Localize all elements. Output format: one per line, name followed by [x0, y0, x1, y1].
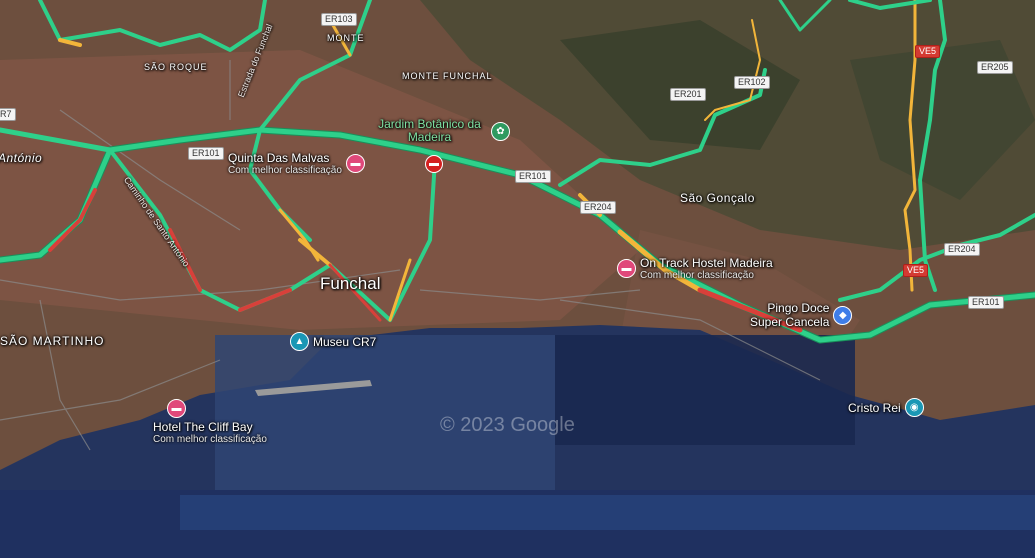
museum-icon: ▲ [290, 332, 309, 351]
poi-quinta-das-malvas[interactable]: Quinta Das Malvas Com melhor classificaç… [228, 151, 365, 176]
road-label-er101: ER101 [515, 170, 551, 183]
hotel-icon: ▬ [167, 399, 186, 418]
poi-cristo-rei[interactable]: Cristo Rei ◉ [848, 398, 924, 417]
place-label-monte: MONTE [327, 33, 365, 43]
road-label-ve5: VE5 [915, 45, 941, 58]
poi-pingo-doce[interactable]: Pingo Doce Super Cancela ◆ [750, 301, 853, 329]
place-label-antonio: António [0, 151, 43, 165]
place-label-sao-martinho: SÃO MARTINHO [0, 334, 105, 348]
poi-jardim-label: Jardim Botânico da Madeira [378, 117, 481, 144]
poi-hotel-cliff-bay[interactable]: ▬ Hotel The Cliff Bay Com melhor classif… [153, 399, 267, 445]
road-label-er101: ER101 [968, 296, 1004, 309]
road-label-er204: ER204 [580, 201, 616, 214]
poi-name: Museu CR7 [313, 334, 377, 349]
map-base-layer [0, 0, 1035, 558]
poi-name-line1: Pingo Doce [767, 301, 830, 315]
poi-name-line2: Super Cancela [750, 315, 830, 329]
road-label-er101: ER101 [188, 147, 224, 160]
road-label-r7: R7 [0, 108, 16, 121]
place-label-sao-goncalo: São Gonçalo [680, 191, 755, 205]
poi-name: On Track Hostel Madeira [640, 256, 773, 270]
road-label-ve5: VE5 [903, 264, 929, 277]
road-closure-icon[interactable] [425, 155, 443, 173]
place-label-sao-roque: SÃO ROQUE [144, 62, 208, 72]
poi-rating-note: Com melhor classificação [640, 270, 754, 281]
poi-museu-cr7[interactable]: ▲ Museu CR7 [290, 332, 376, 351]
hotel-icon: ▬ [617, 259, 636, 278]
road-label-er102: ER102 [734, 76, 770, 89]
shopping-icon: ◆ [833, 305, 853, 325]
map-watermark: © 2023 Google [440, 414, 575, 436]
poi-on-track-hostel[interactable]: ▬ On Track Hostel Madeira Com melhor cla… [617, 256, 773, 281]
road-label-er103: ER103 [321, 13, 357, 26]
place-label-monte-funchal: MONTE FUNCHAL [402, 71, 493, 81]
garden-icon: ✿ [491, 121, 510, 141]
viewpoint-icon: ◉ [904, 398, 924, 417]
poi-jardim-botanico[interactable]: Jardim Botânico da Madeira ✿ [372, 118, 510, 144]
road-label-er205: ER205 [977, 61, 1013, 74]
place-label-funchal: Funchal [320, 274, 381, 293]
road-label-er204: ER204 [944, 243, 980, 256]
poi-name: Quinta Das Malvas [228, 151, 330, 165]
poi-name: Hotel The Cliff Bay [153, 420, 253, 434]
road-label-er201: ER201 [670, 88, 706, 101]
poi-rating-note: Com melhor classificação [228, 165, 342, 176]
hotel-icon: ▬ [345, 154, 365, 173]
map-canvas[interactable]: ER103 R7 ER101 ER201 ER102 VE5 ER205 ER1… [0, 0, 1035, 558]
poi-rating-note: Com melhor classificação [153, 434, 267, 445]
poi-name: Cristo Rei [848, 400, 901, 415]
